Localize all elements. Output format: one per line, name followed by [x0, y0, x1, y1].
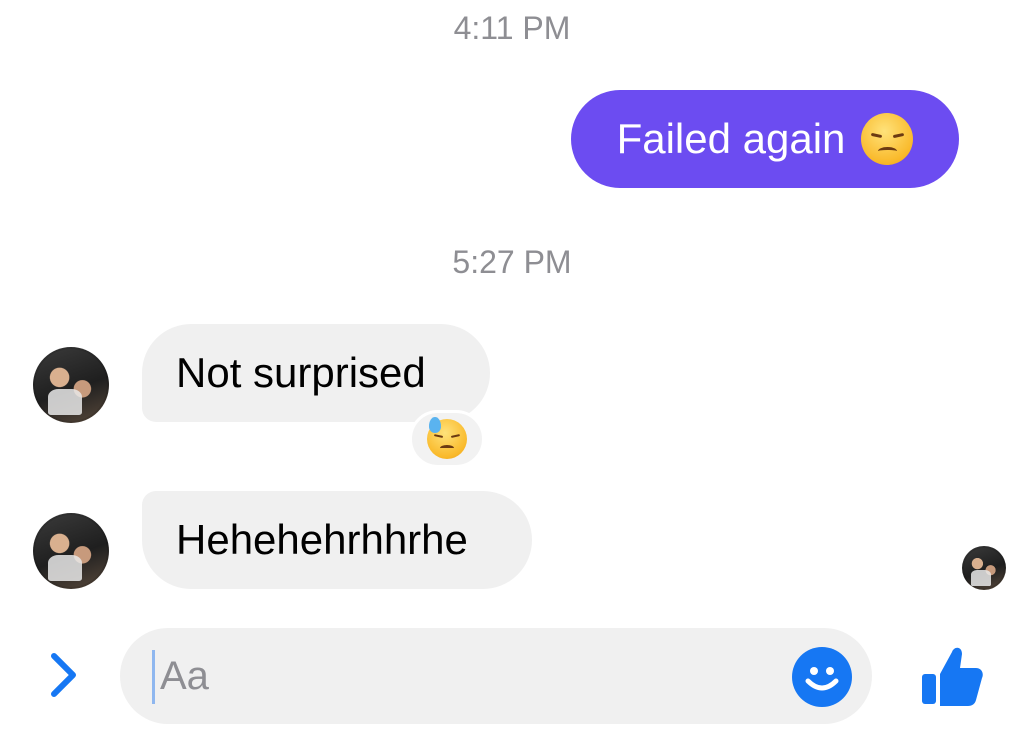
message-text: Failed again: [616, 115, 846, 162]
chevron-right-icon: [51, 653, 76, 697]
downcast-face-with-sweat-emoji: [427, 417, 467, 459]
outgoing-message-bubble[interactable]: Failed again: [571, 90, 959, 188]
contact-avatar[interactable]: [33, 513, 109, 589]
incoming-message-bubble[interactable]: Hehehehrhhrhe: [142, 491, 532, 589]
message-text: Hehehehrhhrhe: [176, 516, 468, 563]
read-receipt-avatar: [962, 546, 1006, 590]
incoming-message-bubble[interactable]: Not surprised: [142, 324, 490, 422]
text-caret: [152, 650, 155, 704]
contact-avatar[interactable]: [33, 347, 109, 423]
smiley-icon: [805, 667, 839, 691]
disappointed-face-emoji: [861, 113, 914, 165]
timestamp: 4:11 PM: [453, 10, 571, 46]
message-text: Not surprised: [176, 349, 426, 396]
message-composer: [0, 620, 1024, 747]
timestamp: 5:27 PM: [452, 244, 572, 280]
like-button[interactable]: [916, 638, 988, 710]
message-input[interactable]: [160, 628, 780, 724]
message-input-container[interactable]: [120, 628, 872, 724]
thumbs-up-icon: [922, 647, 983, 706]
expand-actions-button[interactable]: [40, 650, 86, 700]
emoji-button[interactable]: [792, 647, 852, 707]
message-reaction[interactable]: [409, 410, 485, 468]
